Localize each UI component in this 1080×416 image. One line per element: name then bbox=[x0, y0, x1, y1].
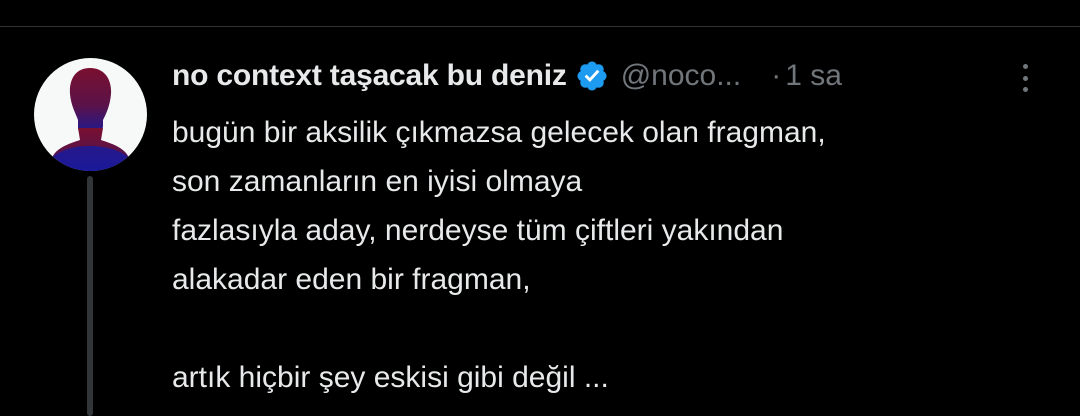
tweet-text-line: bugün bir aksilik çıkmazsa gelecek olan … bbox=[172, 116, 826, 149]
verified-badge-icon[interactable] bbox=[575, 59, 609, 93]
author-handle[interactable]: @noco... bbox=[621, 54, 742, 98]
tweet-header: no context taşacak bu deniz @noco... · 1… bbox=[172, 54, 842, 98]
tweet-text-line: fazlasıyla aday, nerdeyse tüm çiftleri y… bbox=[172, 214, 784, 247]
more-dot bbox=[1022, 75, 1028, 81]
silhouette-avatar-icon bbox=[48, 68, 133, 171]
tweet-text-line: artık hiçbir şey eskisi gibi değil ... bbox=[172, 361, 609, 394]
separator-dot: · bbox=[771, 59, 782, 92]
tweet-body-text: bugün bir aksilik çıkmazsa gelecek olan … bbox=[172, 108, 1032, 402]
thread-connector-line bbox=[87, 176, 93, 416]
more-dot bbox=[1022, 64, 1028, 69]
tweet[interactable]: no context taşacak bu deniz @noco... · 1… bbox=[0, 0, 1080, 416]
tweet-text-line: son zamanların en iyisi olmaya bbox=[172, 165, 583, 198]
avatar[interactable] bbox=[34, 58, 147, 171]
tweet-text-line: alakadar eden bir fragman, bbox=[172, 263, 531, 296]
timestamp[interactable]: 1 sa bbox=[785, 54, 842, 98]
more-dot bbox=[1022, 87, 1028, 92]
author-display-name[interactable]: no context taşacak bu deniz bbox=[172, 54, 567, 98]
more-dots-vertical-icon[interactable] bbox=[1012, 60, 1038, 96]
tweet-text-line bbox=[172, 304, 1032, 353]
